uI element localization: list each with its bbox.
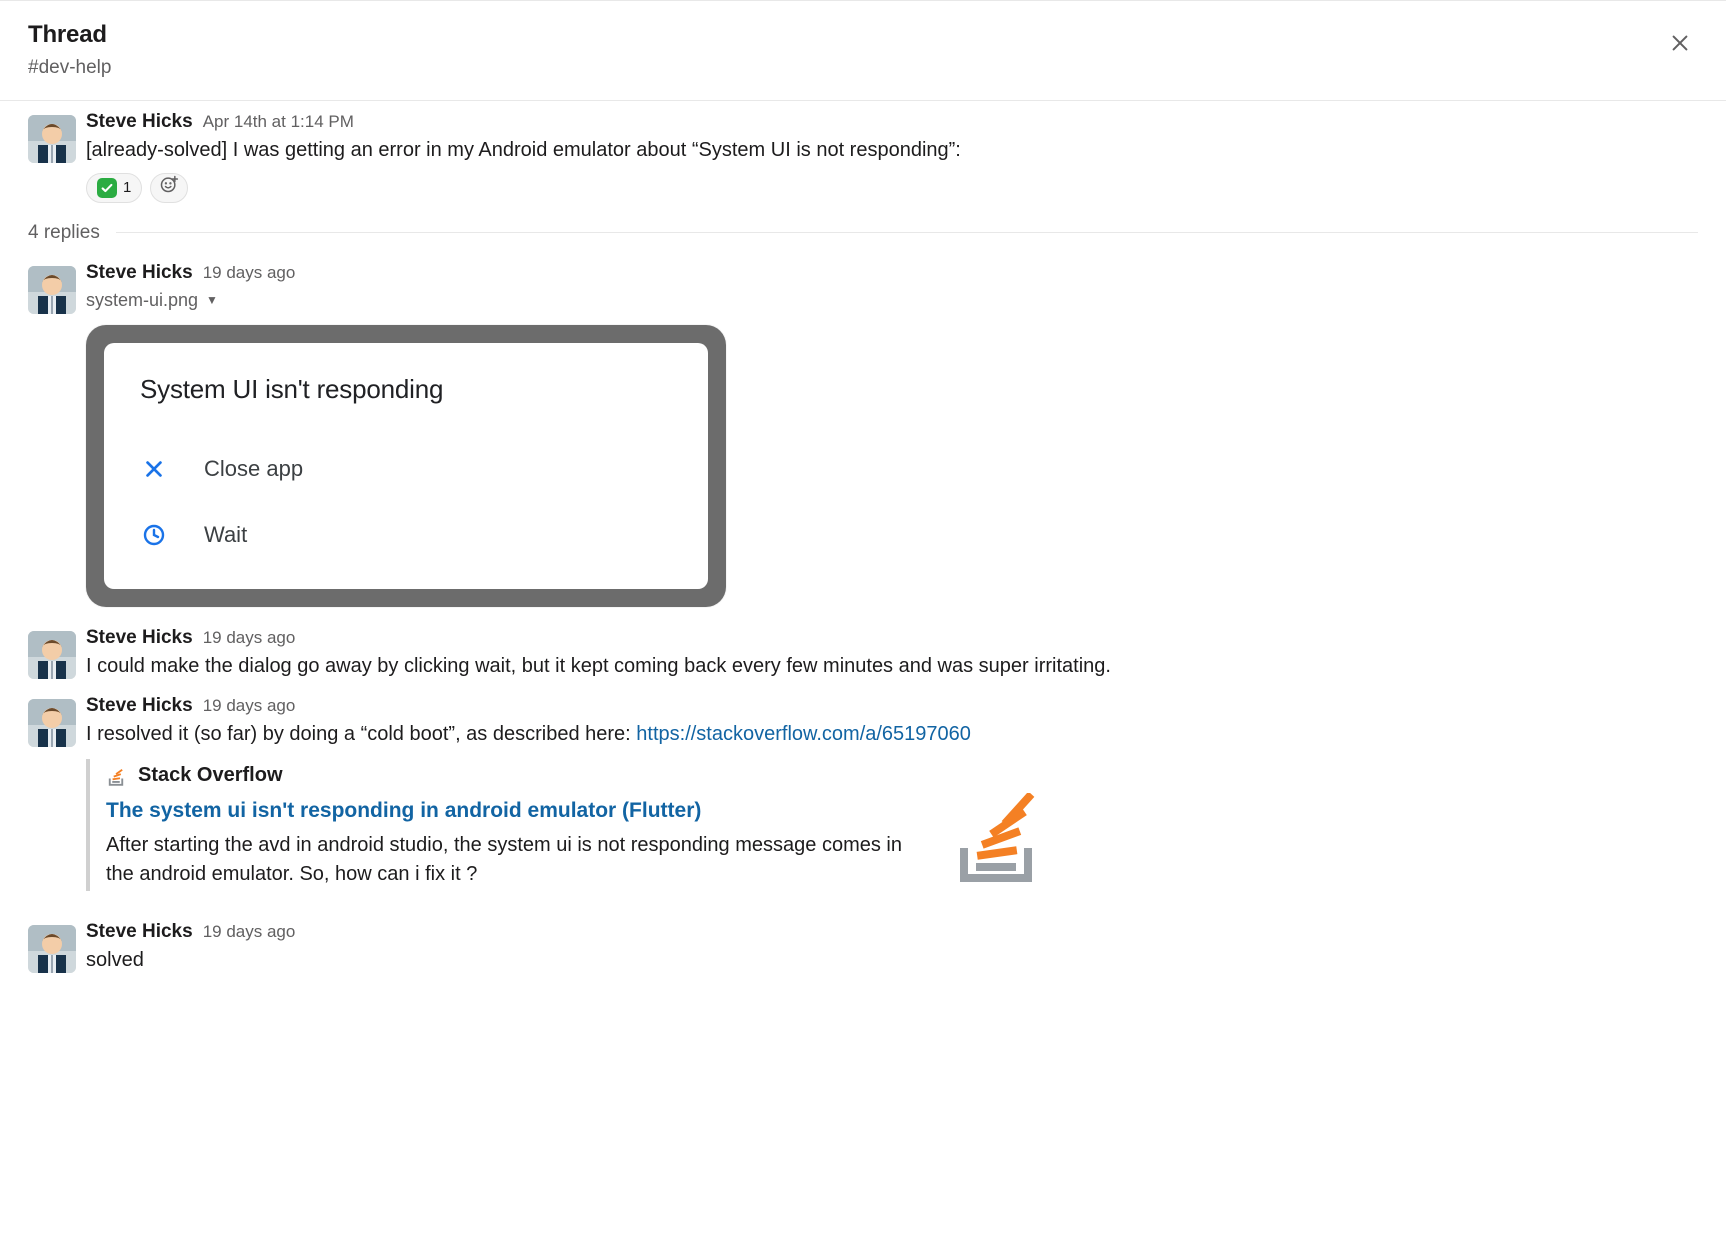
- replies-count-label: 4 replies: [28, 219, 100, 247]
- message-timestamp[interactable]: Apr 14th at 1:14 PM: [203, 112, 354, 132]
- close-thread-button[interactable]: [1662, 25, 1698, 61]
- android-option-wait: Wait: [140, 505, 672, 565]
- unfurl-main: Stack Overflow The system ui isn't respo…: [106, 761, 926, 889]
- file-name-row[interactable]: system-ui.png ▼: [86, 287, 218, 313]
- message-body: Steve Hicks Apr 14th at 1:14 PM [already…: [86, 111, 1698, 203]
- clock-icon: [140, 523, 168, 547]
- reply-message: Steve Hicks 19 days ago I resolved it (s…: [0, 685, 1726, 919]
- add-reaction-button[interactable]: [150, 173, 188, 203]
- reply-message: Steve Hicks 19 days ago solved: [0, 919, 1726, 979]
- message-body: Steve Hicks 19 days ago solved: [86, 921, 1698, 975]
- author-name[interactable]: Steve Hicks: [86, 921, 193, 944]
- message-header: Steve Hicks 19 days ago: [86, 695, 1698, 718]
- unfurl-description: After starting the avd in android studio…: [106, 831, 926, 889]
- stackoverflow-favicon-icon: [106, 766, 126, 786]
- message-header: Steve Hicks 19 days ago: [86, 921, 1698, 944]
- parent-message: Steve Hicks Apr 14th at 1:14 PM [already…: [0, 101, 1726, 207]
- message-link[interactable]: https://stackoverflow.com/a/65197060: [636, 723, 971, 745]
- avatar[interactable]: [28, 925, 76, 973]
- checkmark-icon: [97, 178, 117, 198]
- author-name[interactable]: Steve Hicks: [86, 262, 193, 285]
- message-header: Steve Hicks 19 days ago: [86, 627, 1698, 650]
- unfurl-thumbnail[interactable]: [946, 803, 1046, 883]
- stackoverflow-logo-icon: [946, 793, 1046, 883]
- chevron-down-icon: ▼: [206, 292, 218, 310]
- reply-message: Steve Hicks 19 days ago I could make the…: [0, 611, 1726, 685]
- close-icon: [140, 458, 168, 480]
- message-header: Steve Hicks 19 days ago: [86, 262, 1698, 285]
- avatar[interactable]: [28, 266, 76, 314]
- thread-header: Thread #dev-help: [0, 1, 1726, 101]
- thread-panel: Thread #dev-help: [0, 0, 1726, 1019]
- message-timestamp[interactable]: 19 days ago: [203, 922, 296, 942]
- message-body: Steve Hicks 19 days ago system-ui.png ▼ …: [86, 262, 1698, 607]
- link-unfurl: Stack Overflow The system ui isn't respo…: [86, 759, 1698, 891]
- message-header: Steve Hicks Apr 14th at 1:14 PM: [86, 111, 1698, 134]
- thread-channel[interactable]: #dev-help: [28, 54, 111, 82]
- close-icon: [1669, 32, 1691, 54]
- unfurl-site-row: Stack Overflow: [106, 761, 926, 790]
- android-option-label: Close app: [204, 453, 303, 485]
- unfurl-site-name: Stack Overflow: [138, 761, 283, 790]
- reaction-count: 1: [123, 177, 131, 199]
- avatar[interactable]: [28, 631, 76, 679]
- message-timestamp[interactable]: 19 days ago: [203, 628, 296, 648]
- message-timestamp[interactable]: 19 days ago: [203, 696, 296, 716]
- android-dialog: System UI isn't responding Close app: [104, 343, 708, 589]
- message-body: Steve Hicks 19 days ago I could make the…: [86, 627, 1698, 681]
- add-reaction-icon: [159, 174, 179, 201]
- message-body: Steve Hicks 19 days ago I resolved it (s…: [86, 695, 1698, 915]
- author-name[interactable]: Steve Hicks: [86, 695, 193, 718]
- message-text: [already-solved] I was getting an error …: [86, 136, 1698, 165]
- message-text-part: I resolved it (so far) by doing a “cold …: [86, 723, 636, 745]
- author-name[interactable]: Steve Hicks: [86, 627, 193, 650]
- header-text-block: Thread #dev-help: [28, 17, 111, 82]
- message-text: I could make the dialog go away by click…: [86, 652, 1698, 681]
- separator-line: [116, 232, 1698, 233]
- unfurl-title-link[interactable]: The system ui isn't responding in androi…: [106, 799, 701, 822]
- replies-separator: 4 replies: [0, 207, 1726, 253]
- avatar[interactable]: [28, 115, 76, 163]
- avatar[interactable]: [28, 699, 76, 747]
- android-option-label: Wait: [204, 519, 247, 551]
- android-dialog-title: System UI isn't responding: [140, 371, 672, 409]
- attached-image[interactable]: System UI isn't responding Close app: [86, 325, 726, 607]
- file-name: system-ui.png: [86, 287, 198, 313]
- thread-title: Thread: [28, 17, 111, 52]
- reactions-bar: 1: [86, 173, 1698, 203]
- message-text: I resolved it (so far) by doing a “cold …: [86, 720, 1698, 749]
- message-text: solved: [86, 946, 1698, 975]
- reply-message: Steve Hicks 19 days ago system-ui.png ▼ …: [0, 252, 1726, 611]
- unfurl-title: The system ui isn't responding in androi…: [106, 796, 926, 827]
- thread-content: Steve Hicks Apr 14th at 1:14 PM [already…: [0, 101, 1726, 1020]
- reaction-checkmark[interactable]: 1: [86, 173, 142, 203]
- message-timestamp[interactable]: 19 days ago: [203, 263, 296, 283]
- author-name[interactable]: Steve Hicks: [86, 111, 193, 134]
- android-option-close: Close app: [140, 439, 672, 499]
